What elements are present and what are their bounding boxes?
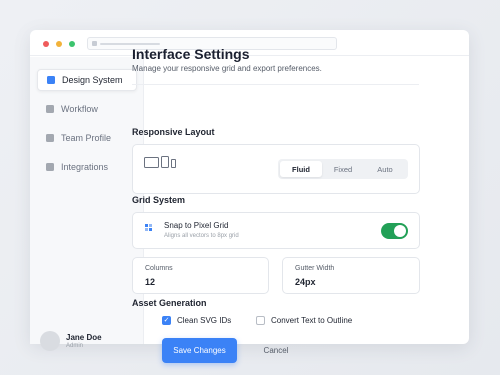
convert-text-option[interactable]: Convert Text to Outline (256, 316, 352, 325)
sidebar-item-workflow[interactable]: Workflow (37, 98, 137, 120)
profile-role: Admin (66, 343, 84, 349)
square-icon (47, 76, 55, 84)
columns-label: Columns (145, 265, 173, 272)
layout-option-fluid[interactable]: Fluid (280, 161, 322, 177)
section-title-responsive: Responsive Layout (132, 127, 215, 137)
sidebar-item-team-profile[interactable]: Team Profile (37, 127, 137, 149)
sidebar-item-label: Integrations (61, 162, 109, 172)
sidebar: Design System Workflow Team Profile Inte… (30, 57, 144, 351)
cancel-button[interactable]: Cancel (254, 338, 298, 363)
avatar (40, 331, 60, 351)
snap-description: Aligns all vectors to 8px grid (164, 233, 239, 239)
snap-to-grid-card: Snap to Pixel Grid Aligns all vectors to… (132, 212, 420, 249)
clean-svg-option[interactable]: ✓ Clean SVG IDs (162, 316, 231, 325)
sidebar-item-design-system[interactable]: Design System (37, 69, 137, 91)
gutter-width-field[interactable]: Gutter Width 24px (282, 257, 420, 294)
save-changes-button[interactable]: Save Changes (162, 338, 237, 363)
convert-text-checkbox[interactable] (256, 316, 265, 325)
page-title: Interface Settings (132, 46, 250, 62)
square-icon (46, 163, 54, 171)
gutter-value: 24px (295, 277, 316, 287)
gutter-label: Gutter Width (295, 265, 335, 272)
devices-icon (144, 156, 176, 168)
layout-option-fixed[interactable]: Fixed (322, 161, 364, 177)
layout-option-auto[interactable]: Auto (364, 161, 406, 177)
section-title-grid: Grid System (132, 195, 186, 205)
phone-icon (171, 159, 176, 168)
toggle-knob (394, 225, 406, 237)
user-profile[interactable]: Jane Doe Admin (40, 331, 102, 351)
desktop-icon (144, 157, 159, 168)
page-icon (92, 41, 97, 46)
minimize-window-icon[interactable] (56, 41, 62, 47)
convert-text-label: Convert Text to Outline (271, 316, 353, 325)
layout-mode-segmented-control: Fluid Fixed Auto (278, 159, 408, 179)
columns-value: 12 (145, 277, 156, 287)
section-title-assets: Asset Generation (132, 298, 207, 308)
check-icon: ✓ (163, 317, 170, 324)
tablet-icon (161, 156, 169, 168)
columns-field[interactable]: Columns 12 (132, 257, 269, 294)
square-icon (46, 134, 54, 142)
sidebar-item-label: Workflow (61, 104, 98, 114)
grid-icon (145, 224, 153, 232)
sidebar-item-label: Team Profile (61, 133, 112, 143)
square-icon (46, 105, 54, 113)
sidebar-item-integrations[interactable]: Integrations (37, 156, 137, 178)
address-placeholder-line (100, 43, 160, 45)
profile-name: Jane Doe (66, 333, 102, 342)
snap-title: Snap to Pixel Grid (164, 221, 229, 230)
close-window-icon[interactable] (43, 41, 49, 47)
page-subtitle: Manage your responsive grid and export p… (132, 64, 322, 73)
responsive-layout-card: Fluid Fixed Auto (132, 144, 420, 194)
snap-to-grid-toggle[interactable] (381, 223, 408, 239)
clean-svg-checkbox[interactable]: ✓ (162, 316, 171, 325)
window-titlebar (30, 30, 469, 56)
header-divider (132, 84, 419, 85)
clean-svg-label: Clean SVG IDs (177, 316, 232, 325)
maximize-window-icon[interactable] (69, 41, 75, 47)
sidebar-item-label: Design System (62, 75, 123, 85)
